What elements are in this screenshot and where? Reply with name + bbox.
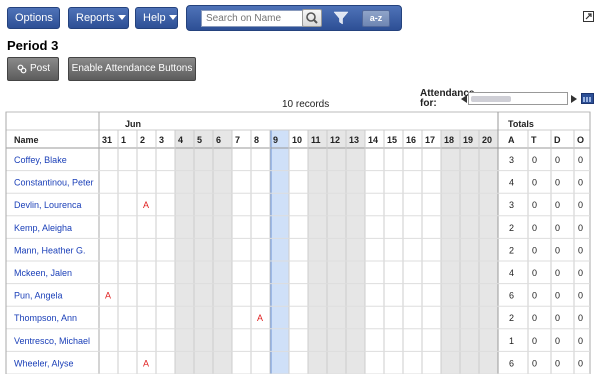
month-label: Jun — [125, 119, 141, 129]
student-name-link[interactable]: Ventresco, Michael — [14, 336, 90, 346]
weekend-column — [441, 130, 460, 374]
day-header-11[interactable]: 11 — [311, 135, 321, 145]
attendance-mark-absent[interactable]: A — [143, 200, 149, 210]
totals-header-o: O — [577, 135, 584, 145]
row-total-d: 0 — [555, 268, 560, 278]
weekend-column — [308, 130, 327, 374]
attendance-mark-absent[interactable]: A — [257, 313, 263, 323]
row-total-d: 0 — [555, 155, 560, 165]
totals-header-d: D — [554, 135, 561, 145]
weekend-column — [479, 130, 498, 374]
row-total-d: 0 — [555, 336, 560, 346]
day-header-10[interactable]: 10 — [292, 135, 302, 145]
day-header-5[interactable]: 5 — [197, 135, 202, 145]
row-total-a: 6 — [509, 291, 514, 301]
row-total-t: 0 — [532, 223, 537, 233]
row-total-t: 0 — [532, 200, 537, 210]
row-total-t: 0 — [532, 155, 537, 165]
row-total-t: 0 — [532, 358, 537, 368]
row-total-d: 0 — [555, 245, 560, 255]
totals-header: Totals — [508, 119, 534, 129]
day-header-3[interactable]: 3 — [159, 135, 164, 145]
row-total-t: 0 — [532, 313, 537, 323]
selected-day-column[interactable] — [270, 129, 290, 374]
row-total-a: 4 — [509, 268, 514, 278]
student-name-link[interactable]: Mann, Heather G. — [14, 245, 86, 255]
day-header-6[interactable]: 6 — [216, 135, 221, 145]
day-header-2[interactable]: 2 — [140, 135, 145, 145]
row-total-t: 0 — [532, 291, 537, 301]
row-total-a: 6 — [509, 358, 514, 368]
name-column-header[interactable]: Name — [14, 135, 39, 145]
weekend-column — [327, 130, 346, 374]
day-header-16[interactable]: 16 — [406, 135, 416, 145]
day-header-17[interactable]: 17 — [425, 135, 435, 145]
row-total-t: 0 — [532, 336, 537, 346]
day-header-14[interactable]: 14 — [368, 135, 378, 145]
weekend-column — [346, 130, 365, 374]
day-header-19[interactable]: 19 — [463, 135, 473, 145]
row-total-o: 0 — [578, 155, 583, 165]
row-total-o: 0 — [578, 268, 583, 278]
attendance-mark-absent[interactable]: A — [143, 358, 149, 368]
row-total-t: 0 — [532, 268, 537, 278]
row-total-a: 4 — [509, 178, 514, 188]
student-name-link[interactable]: Kemp, Aleigha — [14, 223, 72, 233]
day-header-8[interactable]: 8 — [254, 135, 259, 145]
row-total-d: 0 — [555, 200, 560, 210]
day-header-1[interactable]: 1 — [121, 135, 126, 145]
day-header-15[interactable]: 15 — [387, 135, 397, 145]
student-name-link[interactable]: Thompson, Ann — [14, 313, 77, 323]
row-total-a: 2 — [509, 245, 514, 255]
weekend-column — [175, 130, 194, 374]
student-name-link[interactable]: Devlin, Lourenca — [14, 200, 82, 210]
day-header-4[interactable]: 4 — [178, 135, 183, 145]
attendance-grid: Jun TotalsName 31 1 2 3 4 5 6 7 8 9 10 11 12 13 14 15 16 17… — [5, 111, 591, 374]
row-total-o: 0 — [578, 336, 583, 346]
student-name-link[interactable]: Constantinou, Peter — [14, 178, 94, 188]
row-total-d: 0 — [555, 178, 560, 188]
row-total-t: 0 — [532, 178, 537, 188]
totals-header-t: T — [531, 135, 537, 145]
day-header-31[interactable]: 31 — [102, 135, 112, 145]
attendance-mark-absent[interactable]: A — [105, 291, 111, 301]
row-total-o: 0 — [578, 291, 583, 301]
row-total-d: 0 — [555, 313, 560, 323]
row-total-a: 3 — [509, 155, 514, 165]
student-name-link[interactable]: Coffey, Blake — [14, 155, 67, 165]
day-header-18[interactable]: 18 — [444, 135, 454, 145]
row-total-t: 0 — [532, 245, 537, 255]
row-total-d: 0 — [555, 223, 560, 233]
row-total-a: 1 — [509, 336, 514, 346]
day-header-12[interactable]: 12 — [330, 135, 340, 145]
row-total-a: 3 — [509, 200, 514, 210]
row-total-o: 0 — [578, 358, 583, 368]
row-total-a: 2 — [509, 313, 514, 323]
row-total-o: 0 — [578, 223, 583, 233]
day-header-7[interactable]: 7 — [235, 135, 240, 145]
row-total-o: 0 — [578, 313, 583, 323]
row-total-d: 0 — [555, 291, 560, 301]
row-total-o: 0 — [578, 178, 583, 188]
day-header-20[interactable]: 20 — [482, 135, 492, 145]
weekend-column — [460, 130, 479, 374]
totals-header-a: A — [508, 135, 515, 145]
student-name-link[interactable]: Pun, Angela — [14, 291, 63, 301]
student-name-link[interactable]: Wheeler, Alyse — [14, 358, 74, 368]
row-total-a: 2 — [509, 223, 514, 233]
row-total-o: 0 — [578, 245, 583, 255]
weekend-column — [213, 130, 232, 374]
weekend-column — [194, 130, 213, 374]
row-total-o: 0 — [578, 200, 583, 210]
day-header-13[interactable]: 13 — [349, 135, 359, 145]
row-total-d: 0 — [555, 358, 560, 368]
day-header-9[interactable]: 9 — [273, 135, 278, 145]
student-name-link[interactable]: Mckeen, Jalen — [14, 268, 72, 278]
